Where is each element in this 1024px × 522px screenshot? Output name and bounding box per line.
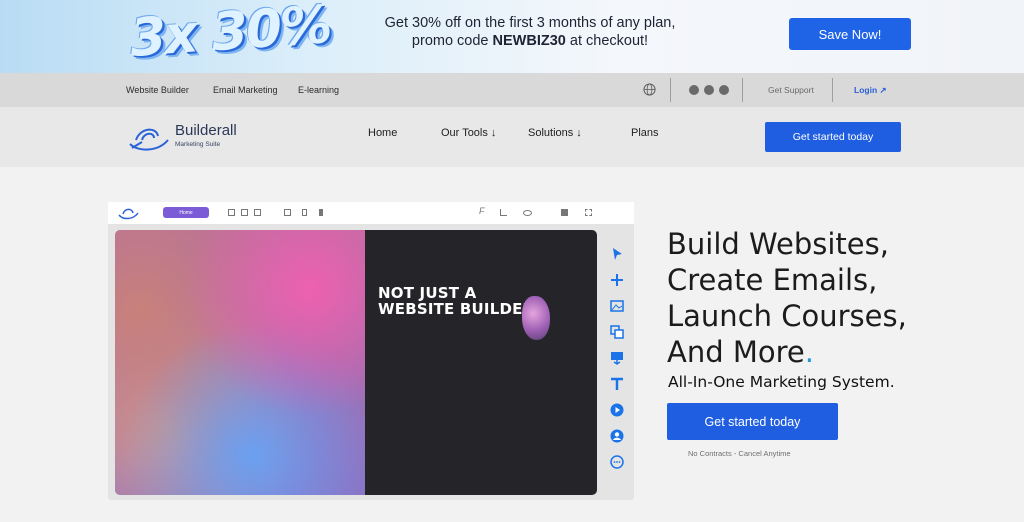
play-icon xyxy=(610,403,624,417)
divider xyxy=(832,78,833,102)
globe-icon[interactable] xyxy=(643,83,656,96)
facebook-icon[interactable] xyxy=(704,85,714,95)
promo-line1: Get 30% off on the first 3 months of any… xyxy=(384,15,676,31)
ruler-icon xyxy=(500,209,507,216)
instagram-icon[interactable] xyxy=(719,85,729,95)
youtube-icon[interactable] xyxy=(689,85,699,95)
text-icon xyxy=(611,377,623,390)
eye-icon xyxy=(523,210,532,216)
main-nav: Builderall Marketing Suite Home Our Tool… xyxy=(0,107,1024,167)
link-website-builder[interactable]: Website Builder xyxy=(126,85,189,95)
get-support-link[interactable]: Get Support xyxy=(768,85,814,95)
save-now-button[interactable]: Save Now! xyxy=(789,18,911,50)
promo-banner: 3x 30% Get 30% off on the first 3 months… xyxy=(0,0,1024,73)
desktop-icon xyxy=(284,209,291,216)
link-email-marketing[interactable]: Email Marketing xyxy=(213,85,278,95)
headline-line4: And More. xyxy=(667,334,907,370)
font-icon: F xyxy=(479,206,485,216)
promo-art: 3x 30% xyxy=(128,0,333,69)
promo-suffix: at checkout! xyxy=(565,33,649,49)
canvas-headline: NOT JUST A WEBSITE BUILDER xyxy=(378,285,534,317)
cursor-icon xyxy=(613,248,622,260)
headline-line4-text: And More xyxy=(667,335,805,369)
tablet-icon xyxy=(302,209,307,216)
hero-section: Home F NOT JUST A WEBSITE BUILDER Build … xyxy=(0,167,1024,522)
headline-line3: Launch Courses, xyxy=(667,299,907,333)
gradient-image xyxy=(115,230,365,495)
layout-icon xyxy=(254,209,261,216)
image-icon xyxy=(610,300,624,312)
get-started-hero-button[interactable]: Get started today xyxy=(667,403,838,440)
get-started-nav-button[interactable]: Get started today xyxy=(765,122,901,152)
hero-subhead: All-In-One Marketing System. xyxy=(668,373,895,391)
promo-text: Get 30% off on the first 3 months of any… xyxy=(370,14,690,50)
link-e-learning[interactable]: E-learning xyxy=(298,85,339,95)
nav-home[interactable]: Home xyxy=(368,127,397,139)
canvas-headline-line2: WEBSITE BUILDER xyxy=(378,300,535,318)
editor-canvas: NOT JUST A WEBSITE BUILDER xyxy=(115,230,597,495)
chat-icon xyxy=(610,455,624,469)
promo-code: NEWBIZ30 xyxy=(492,33,566,49)
mobile-icon xyxy=(319,209,323,216)
hero-headline: Build Websites, Create Emails, Launch Co… xyxy=(667,226,907,370)
headline-line1: Build Websites, xyxy=(667,227,889,261)
user-icon xyxy=(610,429,624,443)
editor-logo-icon xyxy=(118,208,139,220)
fullscreen-icon xyxy=(585,209,592,216)
brand-name[interactable]: Builderall xyxy=(175,122,237,139)
promo-line2: promo code NEWBIZ30 at checkout! xyxy=(370,32,690,50)
layout-icon xyxy=(241,209,248,216)
plus-icon xyxy=(611,274,623,286)
divider xyxy=(670,78,671,102)
utility-bar: Website Builder Email Marketing E-learni… xyxy=(0,73,1024,107)
promo-prefix: promo code xyxy=(411,33,493,49)
canvas-headline-line1: NOT JUST A xyxy=(378,284,477,302)
page-selector: Home xyxy=(163,207,209,218)
nav-solutions[interactable]: Solutions ↓ xyxy=(528,127,582,139)
download-icon xyxy=(611,352,623,365)
save-icon xyxy=(561,209,568,216)
no-contracts-note: No Contracts - Cancel Anytime xyxy=(688,449,791,458)
headline-line2: Create Emails, xyxy=(667,263,878,297)
builderall-logo-icon[interactable] xyxy=(128,122,172,154)
divider xyxy=(742,78,743,102)
3d-figure-image xyxy=(522,296,550,340)
login-link[interactable]: Login ↗ xyxy=(854,85,887,96)
brand-subtitle: Marketing Suite xyxy=(175,141,221,148)
nav-plans[interactable]: Plans xyxy=(631,127,659,139)
copy-icon xyxy=(610,325,624,339)
dark-panel: NOT JUST A WEBSITE BUILDER xyxy=(365,230,597,495)
layout-icon xyxy=(228,209,235,216)
editor-toolbar: Home F xyxy=(108,202,634,224)
headline-dot: . xyxy=(804,335,814,369)
nav-our-tools[interactable]: Our Tools ↓ xyxy=(441,127,496,139)
